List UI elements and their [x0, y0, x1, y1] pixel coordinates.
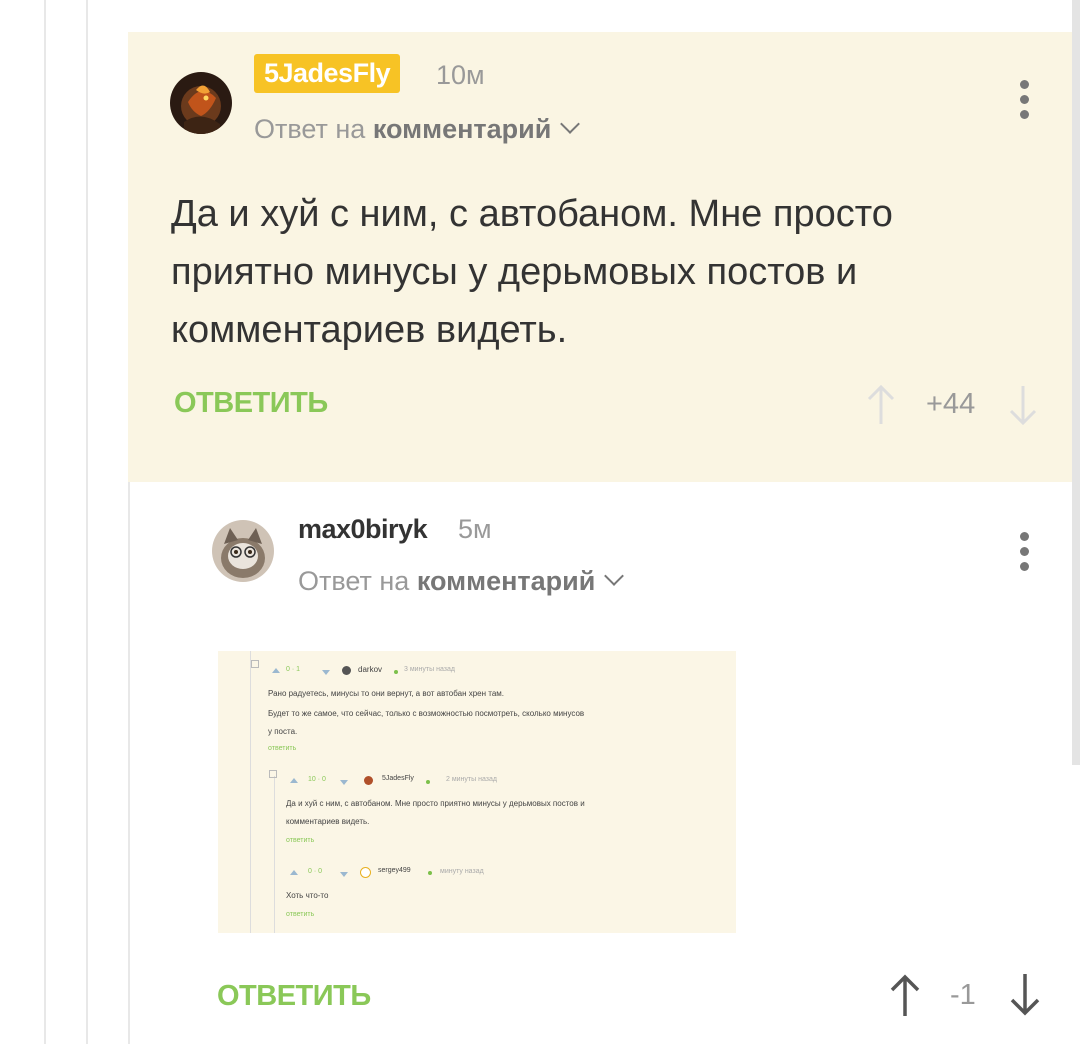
embed-c1-rating: 0 · 1 [286, 666, 301, 673]
embed-c1-reply: ответить [268, 745, 297, 752]
embed-c1-line3: у поста. [268, 727, 298, 736]
reply-prefix: Ответ на [254, 114, 366, 144]
reply-target: комментарий [416, 566, 596, 596]
vertical-dots-icon[interactable] [1020, 532, 1030, 577]
comment-rating: -1 [950, 979, 976, 1011]
reply-button[interactable]: ОТВЕТИТЬ [174, 387, 328, 420]
vertical-dots-icon[interactable] [1020, 80, 1030, 125]
reply-button[interactable]: ОТВЕТИТЬ [217, 980, 371, 1013]
comment-5jadesfly: 5JadesFly 10м Ответ на комментарий Да и … [128, 32, 1072, 482]
embed-c1-line2: Будет то же самое, что сейчас, только с … [268, 709, 585, 718]
embed-c2-line2: комментариев видеть. [286, 817, 370, 826]
embed-c2-line1: Да и хуй с ним, с автобаном. Мне просто … [286, 799, 585, 808]
embed-c3-rating: 0 · 0 [308, 868, 323, 875]
embed-c2-user: 5JadesFly [382, 775, 414, 782]
scrollbar[interactable] [1072, 0, 1080, 765]
embed-c3-reply: ответить [286, 911, 315, 918]
attached-screenshot[interactable]: 0 · 1 darkov 3 минуты назад Рано радуете… [218, 651, 736, 933]
reply-to-link[interactable]: Ответ на комментарий [298, 566, 625, 597]
arrow-down-icon[interactable] [1008, 972, 1042, 1021]
username[interactable]: max0biryk [298, 514, 428, 545]
username-badge[interactable]: 5JadesFly [254, 54, 401, 93]
arrow-up-icon[interactable] [866, 384, 896, 431]
reply-to-link[interactable]: Ответ на комментарий [254, 114, 581, 145]
comment-rating: +44 [926, 388, 976, 420]
embed-c1-user: darkov [358, 665, 383, 674]
comment-time: 5м [458, 514, 492, 544]
embed-c3-line1: Хоть что-то [286, 891, 329, 900]
embed-c1-line1: Рано радуетесь, минусы то они вернут, а … [268, 689, 504, 698]
reply-prefix: Ответ на [298, 566, 410, 596]
embed-c3-user: sergey499 [378, 867, 411, 874]
embed-c3-time: минуту назад [440, 868, 484, 875]
thread-line-inner [128, 482, 130, 1044]
embed-c2-reply: ответить [286, 837, 315, 844]
arrow-down-icon[interactable] [1008, 384, 1038, 431]
thread-line-middle [86, 0, 88, 1044]
embed-c1-time: 3 минуты назад [404, 666, 455, 673]
embed-c2-rating: 10 · 0 [308, 776, 326, 783]
comment-time: 10м [436, 60, 485, 90]
thread-line-outer [44, 0, 46, 1044]
chevron-down-icon[interactable] [560, 114, 581, 134]
embed-c2-time: 2 минуты назад [446, 776, 497, 783]
reply-target: комментарий [372, 114, 552, 144]
avatar[interactable] [212, 520, 274, 582]
avatar[interactable] [170, 72, 232, 134]
chevron-down-icon[interactable] [604, 566, 625, 586]
arrow-up-icon[interactable] [888, 974, 922, 1023]
comment-text: Да и хуй с ним, с автобаном. Мне просто … [171, 193, 893, 351]
